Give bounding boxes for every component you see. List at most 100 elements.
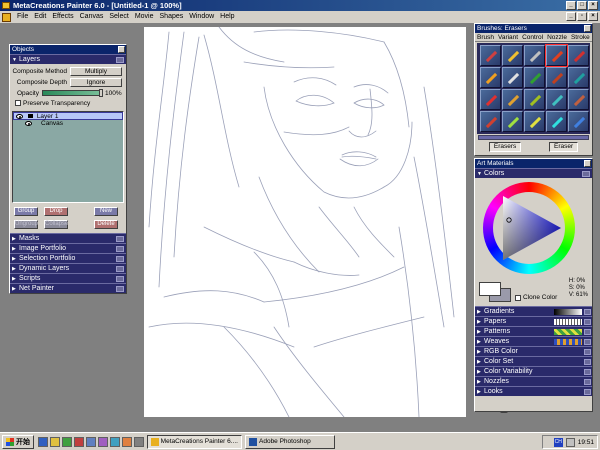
composite-depth-select[interactable]: Ignore (70, 77, 122, 87)
oil-brush-icon[interactable] (568, 67, 589, 88)
section-menu-button[interactable] (584, 339, 591, 345)
primary-color-swatch[interactable] (479, 282, 501, 296)
layers-section-header[interactable]: Layers (10, 54, 126, 65)
doc-minimize-button[interactable]: _ (566, 12, 576, 21)
section-menu-button[interactable] (584, 359, 591, 365)
art-materials-section-rgb-color[interactable]: RGB Color (475, 346, 592, 357)
drawing-canvas[interactable] (144, 27, 466, 417)
maximize-button[interactable]: □ (577, 1, 587, 10)
input-method-icon[interactable]: CH (553, 437, 563, 447)
eye-icon[interactable] (16, 114, 23, 119)
image-portfolio-section-header[interactable]: Image Portfolio (10, 243, 126, 254)
art-materials-close-button[interactable] (584, 160, 591, 167)
pastel-brush-icon[interactable] (502, 89, 523, 110)
collapse-button[interactable]: Collapse (44, 220, 68, 229)
tab-control[interactable]: Control (520, 33, 545, 41)
app-icon[interactable] (98, 436, 108, 447)
wet-brush-icon[interactable] (568, 111, 589, 132)
chalk-brush-icon[interactable] (502, 45, 523, 66)
artist-brush-icon[interactable] (546, 89, 567, 110)
pen-brush-icon[interactable] (480, 111, 501, 132)
objects-panel-title[interactable]: Objects (10, 45, 126, 54)
brush-drawer-slider[interactable] (478, 135, 589, 140)
layer-row-canvas[interactable]: Canvas (13, 120, 123, 128)
art-materials-panel-title[interactable]: Art Materials (475, 159, 592, 168)
image-hose-icon[interactable] (502, 67, 523, 88)
section-menu-button[interactable] (584, 349, 591, 355)
drop-button[interactable]: Drop (44, 207, 68, 216)
task-photoshop[interactable]: Adobe Photoshop (245, 434, 335, 449)
layers-menu-button[interactable] (116, 57, 124, 63)
section-menu-button[interactable] (584, 389, 591, 395)
clone-color-checkbox[interactable] (515, 294, 521, 301)
brush-category-name[interactable]: Erasers (488, 142, 522, 152)
dynamic-layers-section-header[interactable]: Dynamic Layers (10, 263, 126, 274)
layer-row-layer-1[interactable]: Layer 1 (13, 112, 123, 120)
task-painter[interactable]: MetaCreations Painter 6.... (147, 434, 242, 449)
section-menu-button[interactable] (116, 266, 124, 272)
art-materials-section-patterns[interactable]: Patterns (475, 326, 592, 337)
tab-brush[interactable]: Brush (475, 33, 496, 41)
new-layer-button[interactable]: New (94, 207, 118, 216)
objects-panel-close-button[interactable] (118, 46, 125, 53)
section-menu-button[interactable] (584, 319, 591, 325)
outlook-icon[interactable] (86, 436, 96, 447)
art-materials-section-papers[interactable]: Papers (475, 316, 592, 327)
masks-section-header[interactable]: Masks (10, 233, 126, 244)
art-materials-section-gradients[interactable]: Gradients (475, 306, 592, 317)
art-materials-section-color-variability[interactable]: Color Variability (475, 366, 592, 377)
eye-icon[interactable] (25, 121, 32, 126)
brush-variant-name[interactable]: Eraser (548, 142, 579, 152)
section-menu-button[interactable] (116, 236, 124, 242)
menu-movie[interactable]: Movie (132, 11, 157, 23)
ie-icon[interactable] (38, 436, 48, 447)
doc-close-button[interactable]: × (588, 12, 598, 21)
art-materials-section-nozzles[interactable]: Nozzles (475, 376, 592, 387)
app-icon[interactable] (110, 436, 120, 447)
opacity-slider-thumb[interactable] (99, 89, 103, 97)
ungroup-button[interactable]: Ungroup (14, 220, 38, 229)
menu-help[interactable]: Help (217, 11, 237, 23)
burn-brush-icon[interactable] (524, 111, 545, 132)
minimize-button[interactable]: _ (566, 1, 576, 10)
felt-pen-brush-icon[interactable] (568, 45, 589, 66)
volume-icon[interactable] (565, 437, 575, 447)
section-menu-button[interactable] (584, 329, 591, 335)
menu-edit[interactable]: Edit (31, 11, 49, 23)
art-materials-section-color-set[interactable]: Color Set (475, 356, 592, 367)
scripts-section-header[interactable]: Scripts (10, 273, 126, 284)
doc-restore-button[interactable]: ▫ (577, 12, 587, 21)
menu-effects[interactable]: Effects (49, 11, 76, 23)
menu-file[interactable]: File (14, 11, 31, 23)
watercolor-brush-icon[interactable] (480, 89, 501, 110)
desktop-icon[interactable] (62, 436, 72, 447)
selection-portfolio-section-header[interactable]: Selection Portfolio (10, 253, 126, 264)
airbrush-icon[interactable] (480, 67, 501, 88)
menu-window[interactable]: Window (186, 11, 217, 23)
app-icon[interactable] (134, 436, 144, 447)
preserve-transparency-checkbox[interactable] (15, 100, 21, 106)
section-menu-button[interactable] (116, 286, 124, 292)
plug-in-brush-icon[interactable] (568, 89, 589, 110)
colors-section-header[interactable]: Colors (475, 168, 592, 179)
brushes-panel-title[interactable]: Brushes: Erasers (475, 24, 592, 33)
opacity-slider[interactable] (42, 89, 103, 97)
charcoal-brush-icon[interactable] (524, 45, 545, 66)
menu-canvas[interactable]: Canvas (77, 11, 107, 23)
painter-app-icon[interactable] (2, 2, 10, 9)
art-materials-section-weaves[interactable]: Weaves (475, 336, 592, 347)
section-menu-button[interactable] (584, 369, 591, 375)
colors-menu-button[interactable] (582, 171, 590, 177)
cloner-brush-icon[interactable] (524, 89, 545, 110)
menu-shapes[interactable]: Shapes (157, 11, 187, 23)
saturation-value-triangle[interactable] (501, 194, 563, 262)
composite-method-select[interactable]: Multiply (70, 66, 122, 76)
eraser-brush-icon[interactable] (545, 44, 568, 67)
folder-icon[interactable] (50, 436, 60, 447)
window-title-bar[interactable]: MetaCreations Painter 6.0 - [Untitled-1 … (0, 0, 600, 11)
group-button[interactable]: Group (14, 207, 38, 216)
liquid-brush-icon[interactable] (546, 67, 567, 88)
section-menu-button[interactable] (116, 246, 124, 252)
tab-nozzle[interactable]: Nozzle (545, 33, 569, 41)
tab-stroke[interactable]: Stroke (569, 33, 592, 41)
